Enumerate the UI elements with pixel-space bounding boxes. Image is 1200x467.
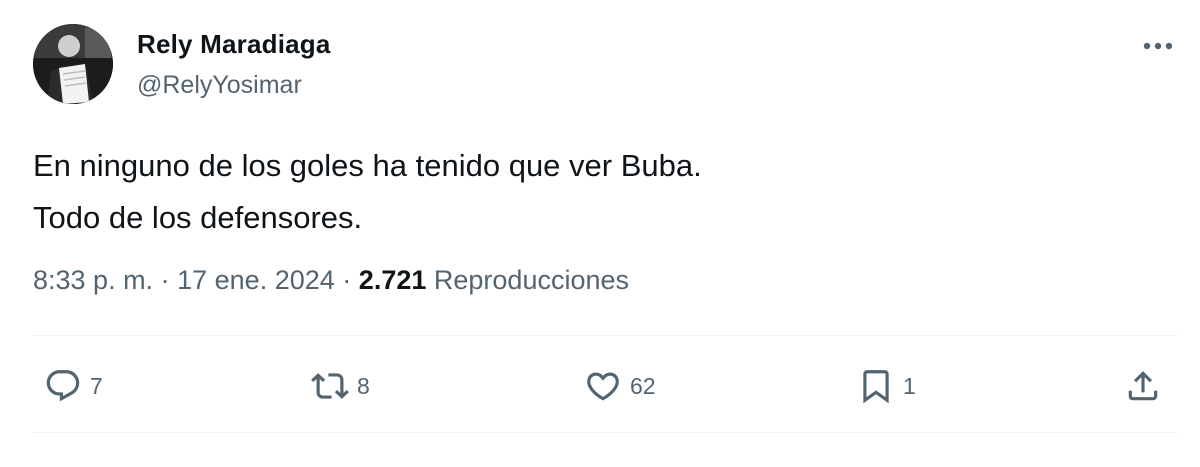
author-display-name[interactable]: Rely Maradiaga [137, 29, 331, 60]
tweet-card: Rely Maradiaga @RelyYosimar En ninguno d… [0, 0, 1200, 467]
share-icon [1128, 371, 1158, 401]
author-handle[interactable]: @RelyYosimar [137, 71, 302, 100]
reply-button[interactable]: 7 [44, 364, 103, 408]
divider [33, 432, 1178, 433]
tweet-date[interactable]: 17 ene. 2024 [177, 265, 335, 295]
views-count: 2.721 [358, 265, 427, 295]
like-count: 62 [630, 372, 656, 399]
more-options-button[interactable] [1136, 30, 1180, 62]
avatar-image [33, 24, 113, 104]
share-button[interactable] [1124, 364, 1162, 408]
meta-separator: · [342, 265, 352, 295]
like-button[interactable]: 62 [584, 364, 656, 408]
reply-icon [46, 370, 80, 402]
bookmark-icon [863, 370, 889, 404]
meta-separator: · [160, 265, 170, 295]
tweet-meta: 8:33 p. m. · 17 ene. 2024 · 2.721 Reprod… [33, 265, 629, 296]
reply-count: 7 [90, 372, 103, 399]
divider [33, 335, 1178, 336]
tweet-text-line: En ninguno de los goles ha tenido que ve… [33, 148, 702, 183]
more-dots-icon [1143, 42, 1173, 50]
retweet-icon [311, 373, 349, 399]
tweet-time[interactable]: 8:33 p. m. [33, 265, 153, 295]
bookmark-button[interactable]: 1 [857, 364, 916, 408]
heart-icon [587, 372, 619, 401]
tweet-text-line: Todo de los defensores. [33, 200, 363, 235]
avatar[interactable] [33, 24, 113, 104]
retweet-button[interactable]: 8 [311, 364, 370, 408]
bookmark-count: 1 [903, 372, 916, 399]
tweet-text: En ninguno de los goles ha tenido que ve… [33, 140, 1163, 244]
retweet-count: 8 [357, 372, 370, 399]
views-label: Reproducciones [433, 265, 630, 295]
